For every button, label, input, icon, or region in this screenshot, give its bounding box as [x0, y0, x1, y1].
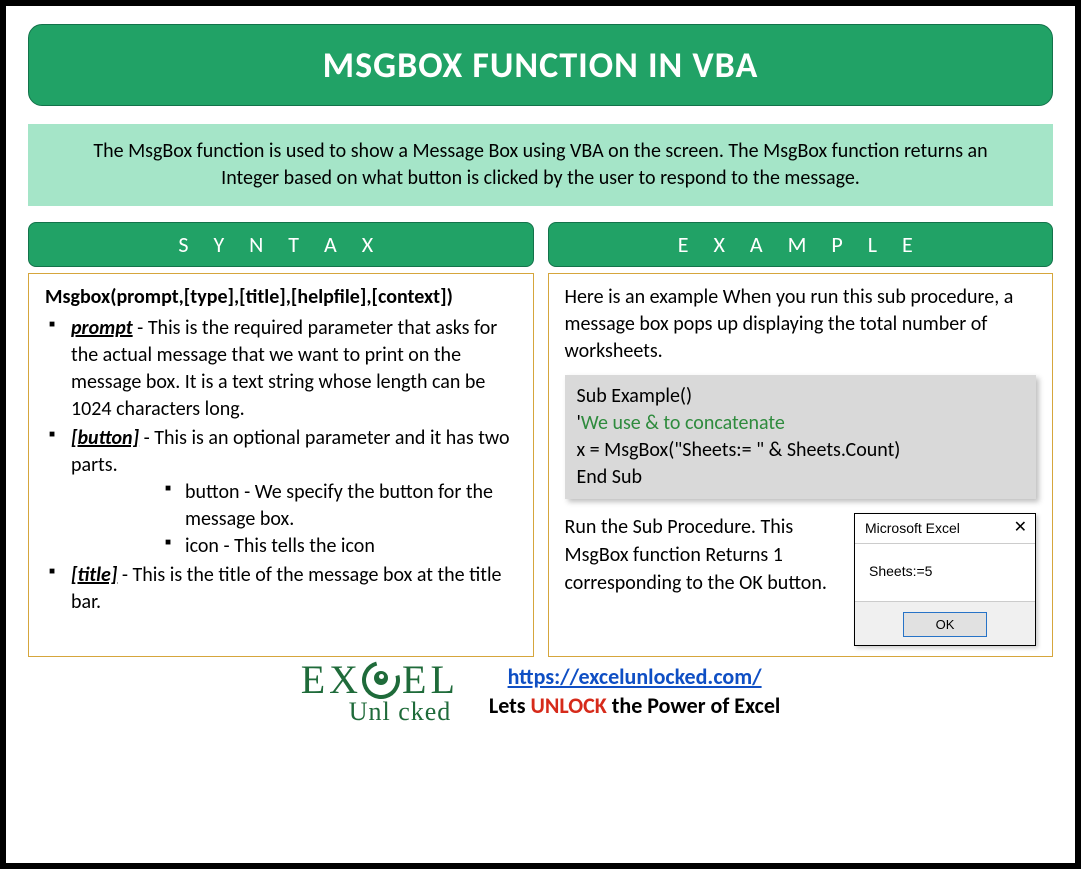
logo-o-icon — [362, 661, 402, 701]
param-name: [title] — [71, 563, 117, 587]
logo-post: EL — [402, 657, 459, 702]
code-line-4: End Sub — [577, 464, 1025, 491]
code-line-2: 'We use & to concatenate — [577, 410, 1025, 437]
code-line-1: Sub Example() — [577, 383, 1025, 410]
logo-pre: EX — [301, 657, 362, 702]
example-runtext: Run the Sub Procedure. This MsgBox funct… — [565, 513, 843, 597]
param-name: [button] — [71, 426, 139, 450]
code-comment: We use & to concatenate — [581, 411, 785, 435]
example-column: E X A M P L E Here is an example When yo… — [548, 222, 1054, 657]
param-desc: This is the title of the message box at … — [71, 563, 502, 614]
param-title: [title] - This is the title of the messa… — [45, 562, 517, 616]
key-icon — [374, 671, 388, 685]
msgbox-titlebar: Microsoft Excel ✕ — [855, 514, 1035, 544]
syntax-body: Msgbox(prompt,[type],[title],[helpfile],… — [28, 273, 534, 657]
param-prompt: prompt - This is the required parameter … — [45, 315, 517, 423]
close-icon[interactable]: ✕ — [1014, 520, 1027, 536]
logo-top: EXEL — [301, 661, 459, 701]
code-block: Sub Example() 'We use & to concatenate x… — [565, 375, 1037, 499]
sub-icon: icon - This tells the icon — [161, 533, 517, 560]
param-button-sublist: button - We specify the button for the m… — [71, 479, 517, 560]
syntax-signature: Msgbox(prompt,[type],[title],[helpfile],… — [45, 284, 517, 311]
example-heading: E X A M P L E — [548, 222, 1054, 267]
page-container: MSGBOX FUNCTION IN VBA The MsgBox functi… — [0, 0, 1081, 869]
syntax-column: S Y N T A X Msgbox(prompt,[type],[title]… — [28, 222, 534, 657]
tagline-post: the Power of Excel — [607, 692, 780, 719]
param-sep: - — [133, 316, 148, 340]
msgbox-body-text: Sheets:=5 — [855, 544, 1035, 601]
footer-text: https://excelunlocked.com/ Lets UNLOCK t… — [489, 663, 780, 720]
ok-button[interactable]: OK — [903, 612, 988, 638]
param-button: [button] - This is an optional parameter… — [45, 425, 517, 560]
param-sep: - — [117, 563, 132, 587]
example-intro: Here is an example When you run this sub… — [565, 284, 1037, 365]
msgbox-title-text: Microsoft Excel — [865, 519, 960, 538]
columns: S Y N T A X Msgbox(prompt,[type],[title]… — [28, 222, 1053, 657]
example-body: Here is an example When you run this sub… — [548, 273, 1054, 657]
param-sep: - — [139, 426, 154, 450]
param-list: prompt - This is the required parameter … — [45, 315, 517, 616]
logo: EXEL Unl cked — [301, 661, 465, 722]
code-line-3: x = MsgBox("Sheets:= " & Sheets.Count) — [577, 437, 1025, 464]
tagline-pre: Lets — [489, 692, 531, 719]
footer-link[interactable]: https://excelunlocked.com/ — [508, 663, 762, 690]
syntax-heading: S Y N T A X — [28, 222, 534, 267]
logo-bottom: Unl cked — [301, 701, 459, 722]
tagline-unlock: UNLOCK — [531, 692, 607, 719]
param-name: prompt — [71, 316, 133, 340]
footer: EXEL Unl cked https://excelunlocked.com/… — [28, 661, 1053, 722]
sub-button: button - We specify the button for the m… — [161, 479, 517, 533]
msgbox-footer: OK — [855, 601, 1035, 646]
page-title: MSGBOX FUNCTION IN VBA — [28, 24, 1053, 106]
msgbox-window: Microsoft Excel ✕ Sheets:=5 OK — [854, 513, 1036, 646]
example-lower: Run the Sub Procedure. This MsgBox funct… — [565, 513, 1037, 646]
intro-text: The MsgBox function is used to show a Me… — [28, 124, 1053, 206]
